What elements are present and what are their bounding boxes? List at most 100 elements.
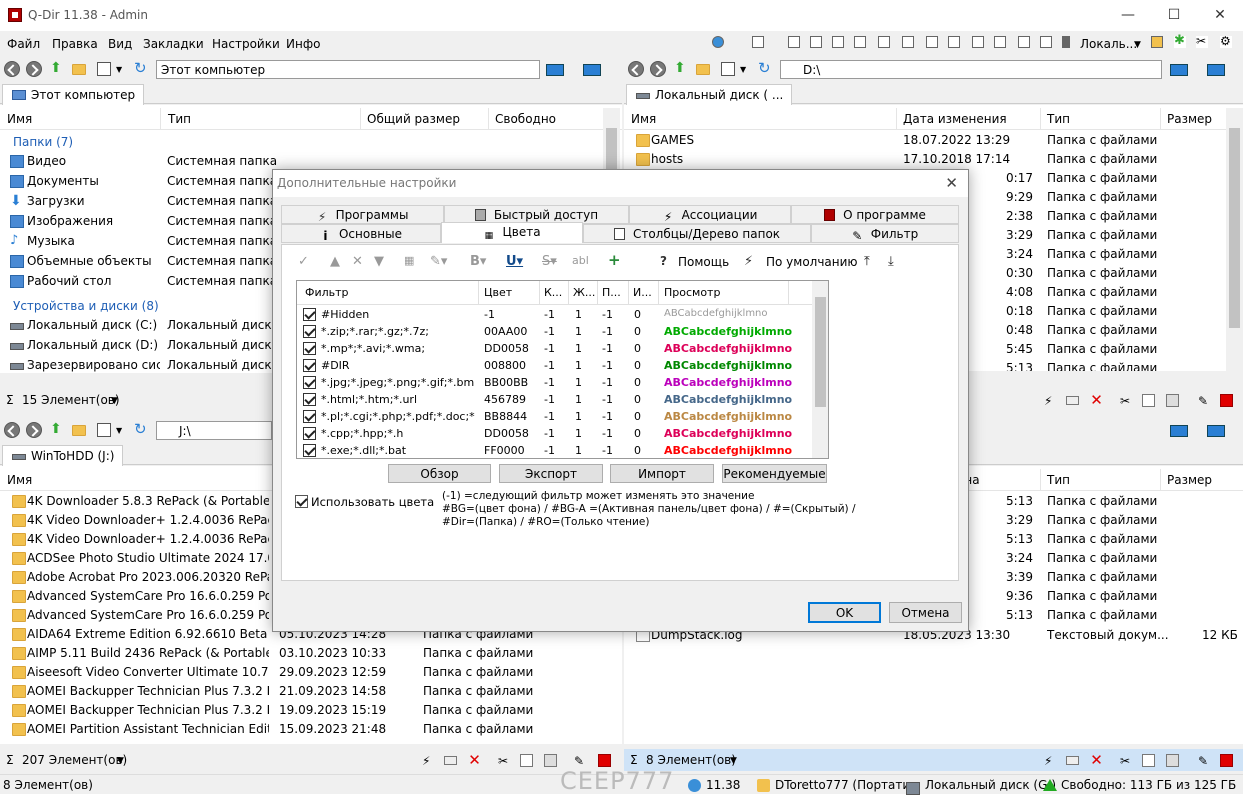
scissors-icon[interactable]: ✂ <box>1196 35 1208 48</box>
delete-icon[interactable]: ✕ <box>1090 753 1103 768</box>
layout-9-icon[interactable] <box>972 36 984 48</box>
add-icon[interactable]: + <box>608 251 621 269</box>
color-filter-row[interactable]: *.exe;*.dll;*.bat FF0000 -1 1 -1 0 ABCabcdefgh… <box>297 442 812 458</box>
check-icon[interactable]: ✓ <box>298 254 309 269</box>
layout-12-icon[interactable] <box>1040 36 1052 48</box>
layout-4-icon[interactable] <box>854 36 866 48</box>
use-colors-label[interactable]: Использовать цвета <box>311 495 434 509</box>
tab-local-disk[interactable]: Локальный диск ( ... <box>626 84 793 105</box>
col-separator[interactable] <box>568 281 569 305</box>
new-folder-icon[interactable] <box>72 425 86 436</box>
up-folder-icon[interactable]: ⬆ <box>50 422 64 437</box>
back-icon[interactable] <box>4 422 20 438</box>
menu-settings[interactable]: Настройки <box>212 37 280 51</box>
address-input[interactable]: J:\ <box>156 421 272 440</box>
tab-columns-tree[interactable]: Столбцы/Дерево папок <box>583 224 811 243</box>
col-separator[interactable] <box>1160 108 1161 130</box>
col-size[interactable]: Размер <box>1167 112 1212 126</box>
col-i[interactable]: И... <box>633 286 652 299</box>
monitor-icon[interactable] <box>1207 64 1225 76</box>
col-type[interactable]: Тип <box>1047 473 1070 487</box>
refresh-icon[interactable]: ↻ <box>134 61 148 76</box>
menu-file[interactable]: Файл <box>7 37 40 51</box>
chevron-down-icon[interactable]: ▼ <box>730 756 737 766</box>
minimize-button[interactable]: — <box>1105 0 1151 31</box>
globe-icon[interactable] <box>712 36 724 48</box>
monitor-icon[interactable] <box>1207 425 1225 437</box>
cut-icon[interactable]: ✂ <box>1120 754 1133 768</box>
col-type[interactable]: Тип <box>1047 112 1070 126</box>
paste-icon[interactable] <box>1166 394 1179 407</box>
view-mode-icon[interactable] <box>97 62 111 76</box>
lightning-icon[interactable]: ⚡ <box>1044 754 1057 768</box>
forward-icon[interactable] <box>26 61 42 77</box>
browse-button[interactable]: Обзор <box>388 464 491 483</box>
move-down-icon[interactable]: ▼ <box>374 254 384 269</box>
group-devices[interactable]: Устройства и диски (8) <box>13 299 159 313</box>
view-mode-icon[interactable] <box>721 62 735 76</box>
tab-filter[interactable]: ✎ Фильтр <box>811 224 959 243</box>
view-dropdown-icon[interactable]: ▼ <box>740 65 754 79</box>
edit-icon[interactable]: ✎ <box>1198 754 1211 768</box>
row-checkbox[interactable] <box>303 427 316 440</box>
table-row[interactable]: hosts 17.10.2018 17:14 Папка с файлами <box>624 150 1224 169</box>
layout-7-icon[interactable] <box>926 36 938 48</box>
layout-5-icon[interactable] <box>878 36 890 48</box>
edit-icon[interactable]: ✎ <box>1198 394 1211 408</box>
copy-icon[interactable] <box>1142 394 1155 407</box>
vertical-scrollbar[interactable] <box>1226 108 1243 373</box>
view-dropdown-icon[interactable]: ▼ <box>116 65 130 79</box>
delete-row-icon[interactable]: ✕ <box>352 254 363 269</box>
col-name[interactable]: Имя <box>7 112 32 126</box>
col-separator[interactable] <box>488 108 489 130</box>
color-filter-row[interactable]: *.cpp;*.hpp;*.h DD0058 -1 1 -1 0 ABCabcdefghij… <box>297 425 812 442</box>
layout-1-icon[interactable] <box>788 36 800 48</box>
col-p[interactable]: П... <box>602 286 621 299</box>
color-filter-row[interactable]: *.jpg;*.jpeg;*.png;*.gif;*.bmp;*.ico BB00… <box>297 374 812 391</box>
col-separator[interactable] <box>360 108 361 130</box>
row-checkbox[interactable] <box>303 410 316 423</box>
chevron-down-icon[interactable]: ▼ <box>111 396 118 406</box>
col-separator[interactable] <box>1040 108 1041 130</box>
rename-icon[interactable] <box>1066 756 1079 765</box>
layout-3-icon[interactable] <box>832 36 844 48</box>
copy-icon[interactable] <box>1142 754 1155 767</box>
row-checkbox[interactable] <box>303 325 316 338</box>
color-grid-icon[interactable]: ▦ <box>404 254 414 267</box>
star-icon[interactable]: ✱ <box>1174 34 1186 48</box>
col-free[interactable]: Свободно <box>495 112 556 126</box>
color-filter-row[interactable]: #DIR 008800 -1 1 -1 0 ABCabcdefghijklmno <box>297 357 812 374</box>
col-separator[interactable] <box>478 281 479 305</box>
tab-about[interactable]: О программе <box>791 205 959 224</box>
tab-associations[interactable]: ⚡ Ассоциации <box>629 205 791 224</box>
pen-color-icon[interactable]: ✎▾ <box>430 254 447 269</box>
lightning-icon[interactable]: ⚡ <box>1044 394 1057 408</box>
col-preview[interactable]: Просмотр <box>664 286 720 299</box>
back-icon[interactable] <box>4 61 20 77</box>
col-type[interactable]: Тип <box>168 112 191 126</box>
delete-icon[interactable]: ✕ <box>468 753 481 768</box>
red-square-icon[interactable] <box>598 754 611 767</box>
address-input[interactable]: Этот компьютер <box>156 60 540 79</box>
move-up-icon[interactable]: ▲ <box>330 254 340 269</box>
back-icon[interactable] <box>628 61 644 77</box>
chevron-down-icon[interactable]: ▼ <box>117 756 124 766</box>
table-row[interactable]: AOMEI Backupper Technician Plus 7.3.2 Re… <box>0 682 622 701</box>
red-square-icon[interactable] <box>1220 394 1233 407</box>
color-filter-row[interactable]: #Hidden -1 -1 1 -1 0 ABCabcdefghijklmno <box>297 306 812 323</box>
color-filter-row[interactable]: *.zip;*.rar;*.gz;*.7z; 00AA00 -1 1 -1 0 ABCabc… <box>297 323 812 340</box>
refresh-icon[interactable]: ↻ <box>134 422 148 437</box>
cut-icon[interactable]: ✂ <box>498 754 511 768</box>
col-total-size[interactable]: Общий размер <box>367 112 460 126</box>
red-square-icon[interactable] <box>1220 754 1233 767</box>
forward-icon[interactable] <box>650 61 666 77</box>
layout-2-icon[interactable] <box>810 36 822 48</box>
ok-button[interactable]: OK <box>808 602 881 623</box>
font-icon[interactable]: abl <box>572 254 589 267</box>
strikethrough-icon[interactable]: S▾ <box>542 254 557 269</box>
dialog-close-icon[interactable]: ✕ <box>945 174 958 192</box>
table-row[interactable]: AOMEI Partition Assistant Technician Edi… <box>0 720 622 739</box>
row-checkbox[interactable] <box>303 342 316 355</box>
import-button[interactable]: Импорт <box>610 464 714 483</box>
refresh-icon[interactable]: ↻ <box>758 61 772 76</box>
